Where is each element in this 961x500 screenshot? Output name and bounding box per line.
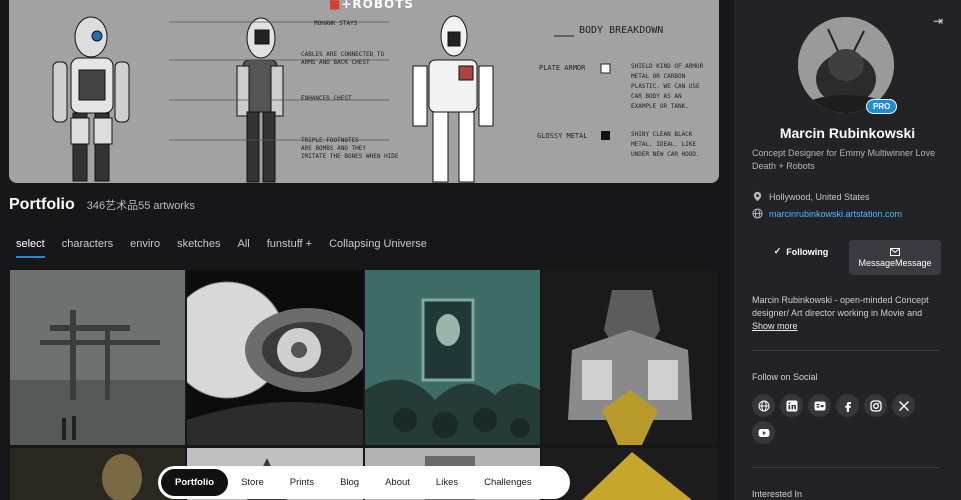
- facebook-icon[interactable]: [836, 394, 859, 417]
- globe-icon: [752, 208, 763, 219]
- pro-badge: PRO: [866, 99, 898, 114]
- svg-text:IMITATE THE BONES WHEN HIDE: IMITATE THE BONES WHEN HIDE: [301, 153, 399, 160]
- show-more-link[interactable]: Show more: [752, 321, 798, 331]
- tab-enviro[interactable]: enviro: [130, 238, 160, 258]
- location-row: Hollywood, United States: [752, 191, 870, 202]
- divider: [752, 467, 940, 468]
- message-button[interactable]: MessageMessage: [849, 240, 941, 275]
- profile-headline: Concept Designer for Emmy Multiwinner Lo…: [752, 148, 936, 171]
- svg-text:BODY BREAKDOWN: BODY BREAKDOWN: [579, 25, 663, 36]
- artwork-thumbnail[interactable]: [365, 270, 540, 445]
- banner-title-text: +ROBOTS: [341, 0, 415, 11]
- nav-prints[interactable]: Prints: [277, 477, 327, 488]
- svg-text:ARMS AND BACK CHEST: ARMS AND BACK CHEST: [301, 59, 370, 66]
- nav-blog[interactable]: Blog: [327, 477, 372, 488]
- robot-sketch-artwork: MOHAWK STAYS CABLES ARE CONNECTED TO ARM…: [9, 0, 719, 183]
- svg-text:PLASTIC. WE CAN USE: PLASTIC. WE CAN USE: [631, 83, 700, 90]
- profile-bottom-nav: Portfolio Store Prints Blog About Likes …: [158, 466, 570, 499]
- message-label: MessageMessage: [858, 257, 932, 268]
- banner-title: ■+ROBOTS: [329, 0, 414, 11]
- linkedin-icon[interactable]: [780, 394, 803, 417]
- svg-text:TRIPLE FOOTNOTES: TRIPLE FOOTNOTES: [301, 137, 359, 144]
- about-text: Marcin Rubinkowski - open-minded Concept…: [752, 294, 942, 333]
- globe-icon[interactable]: [752, 394, 775, 417]
- tab-select[interactable]: select: [16, 238, 45, 258]
- checkmark-icon: ✓: [773, 246, 782, 256]
- svg-text:PLATE ARMOR: PLATE ARMOR: [539, 64, 586, 72]
- svg-text:MOHAWK STAYS: MOHAWK STAYS: [314, 20, 358, 27]
- interested-in-heading: Interested In: [752, 489, 803, 499]
- tab-all[interactable]: All: [238, 238, 250, 258]
- nav-challenges[interactable]: Challenges: [471, 477, 545, 488]
- tab-sketches[interactable]: sketches: [177, 238, 220, 258]
- following-label: Following: [786, 246, 829, 257]
- profile-name: Marcin Rubinkowski: [779, 125, 916, 141]
- portfolio-title: Portfolio: [9, 196, 75, 213]
- website-link[interactable]: marcinrubinkowski.artstation.com: [769, 209, 902, 219]
- artwork-thumbnail[interactable]: [10, 270, 185, 445]
- portfolio-header: Portfolio 346艺术品55 artworks: [9, 196, 195, 214]
- envelope-icon: [890, 247, 900, 256]
- nav-store[interactable]: Store: [228, 477, 277, 488]
- collapse-sidebar-icon[interactable]: ⇥: [933, 14, 943, 28]
- svg-text:GLOSSY METAL: GLOSSY METAL: [537, 132, 588, 140]
- artwork-thumbnail[interactable]: [187, 270, 363, 445]
- youtube-icon[interactable]: [752, 421, 775, 444]
- svg-text:CABLES ARE CONNECTED TO: CABLES ARE CONNECTED TO: [301, 51, 384, 58]
- tab-collapsing-universe[interactable]: Collapsing Universe: [329, 238, 427, 258]
- instagram-icon[interactable]: [864, 394, 887, 417]
- tab-characters[interactable]: characters: [62, 238, 113, 258]
- artwork-count: 346艺术品55 artworks: [86, 200, 195, 212]
- banner-logo-mark: ■: [329, 0, 342, 11]
- svg-text:ARE BOMBS AND THEY: ARE BOMBS AND THEY: [301, 145, 366, 152]
- artwork-thumbnail[interactable]: [542, 448, 718, 500]
- location-pin-icon: [753, 191, 762, 202]
- follow-on-social-heading: Follow on Social: [752, 372, 818, 382]
- website-row[interactable]: marcinrubinkowski.artstation.com: [752, 208, 902, 219]
- portfolio-tabs: select characters enviro sketches All fu…: [16, 238, 444, 258]
- about-body: Marcin Rubinkowski - open-minded Concept…: [752, 295, 929, 318]
- artwork-thumbnail[interactable]: [10, 448, 185, 500]
- following-button[interactable]: ✓ Following: [756, 240, 846, 263]
- svg-text:CAR BODY AS AN: CAR BODY AS AN: [631, 93, 682, 100]
- svg-text:METAL OR CARBON: METAL OR CARBON: [631, 73, 686, 80]
- tab-funstuff[interactable]: funstuff +: [267, 238, 312, 258]
- svg-text:SHINY CLEAN BLACK: SHINY CLEAN BLACK: [631, 131, 693, 138]
- profile-sidebar: ⇥ PRO Marcin Rubinkowski Concept Designe…: [734, 0, 961, 500]
- x-icon[interactable]: [892, 394, 915, 417]
- nav-portfolio[interactable]: Portfolio: [161, 469, 229, 496]
- svg-text:EXAMPLE OR TANK.: EXAMPLE OR TANK.: [631, 103, 689, 110]
- divider: [752, 350, 940, 351]
- profile-banner: MOHAWK STAYS CABLES ARE CONNECTED TO ARM…: [9, 0, 719, 183]
- artwork-thumbnail[interactable]: [542, 270, 718, 445]
- behance-icon[interactable]: [808, 394, 831, 417]
- location-text: Hollywood, United States: [769, 191, 870, 202]
- svg-text:UNDER NEW CAR HOOD.: UNDER NEW CAR HOOD.: [631, 151, 700, 158]
- nav-likes[interactable]: Likes: [423, 477, 471, 488]
- svg-text:METAL. IDEAL. LIKE: METAL. IDEAL. LIKE: [631, 141, 696, 148]
- svg-text:SHIELD KIND OF ARMOR: SHIELD KIND OF ARMOR: [631, 63, 704, 70]
- nav-about[interactable]: About: [372, 477, 423, 488]
- svg-text:ENHANCED CHEST: ENHANCED CHEST: [301, 95, 352, 102]
